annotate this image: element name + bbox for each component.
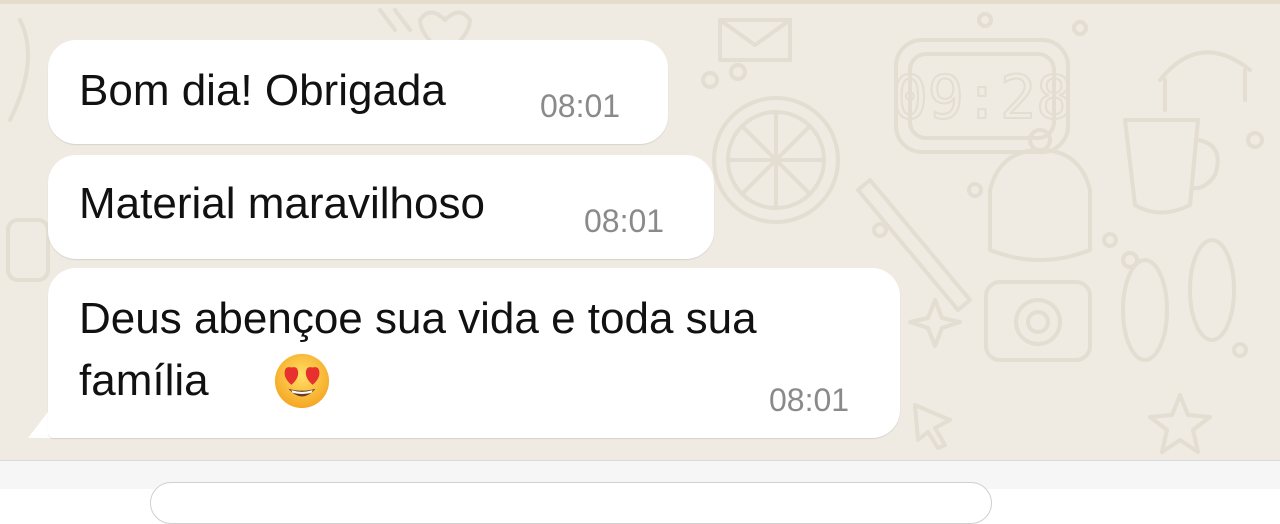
clock-digits-doodle: 09:28 xyxy=(891,62,1074,134)
cursor-doodle-icon xyxy=(913,403,952,450)
leaf-doodle-icon xyxy=(8,18,30,122)
teapot-doodle-icon xyxy=(988,128,1092,262)
camera-doodle-icon xyxy=(984,280,1092,362)
message-text: Material maravilhoso xyxy=(79,179,485,228)
star-doodle-icon xyxy=(1148,393,1212,454)
message-bubble[interactable]: Deus abençoe sua vida e toda sua família… xyxy=(48,268,900,438)
message-bubble[interactable]: Material maravilhoso 08:01 xyxy=(48,155,714,259)
quote-doodle-icon xyxy=(378,8,412,32)
card-doodle-icon xyxy=(6,218,50,282)
message-text-line: família xyxy=(79,352,330,410)
message-input[interactable] xyxy=(150,482,992,524)
chat-area[interactable]: 09:28 Bom dia! Obrigada 08:01 Material m… xyxy=(0,0,1280,460)
message-bubble[interactable]: Bom dia! Obrigada 08:01 xyxy=(48,40,668,144)
message-timestamp: 08:01 xyxy=(769,382,850,418)
sparkle-doodle-icon xyxy=(908,298,962,348)
message-text: Bom dia! Obrigada xyxy=(79,66,446,115)
flip-flop-doodle-icon xyxy=(1121,238,1236,362)
message-timestamp: 08:01 xyxy=(584,203,665,239)
citrus-doodle-icon xyxy=(712,96,840,224)
message-text: família xyxy=(79,356,209,405)
message-text-line: Deus abençoe sua vida e toda sua xyxy=(79,294,757,343)
mug-doodle-icon xyxy=(1123,118,1220,215)
heart-eyes-emoji-icon xyxy=(274,353,330,409)
svg-text:09:28: 09:28 xyxy=(892,63,1073,133)
message-timestamp: 08:01 xyxy=(540,88,621,124)
headphones-doodle-icon xyxy=(1158,50,1252,112)
envelope-doodle-icon xyxy=(718,18,792,62)
